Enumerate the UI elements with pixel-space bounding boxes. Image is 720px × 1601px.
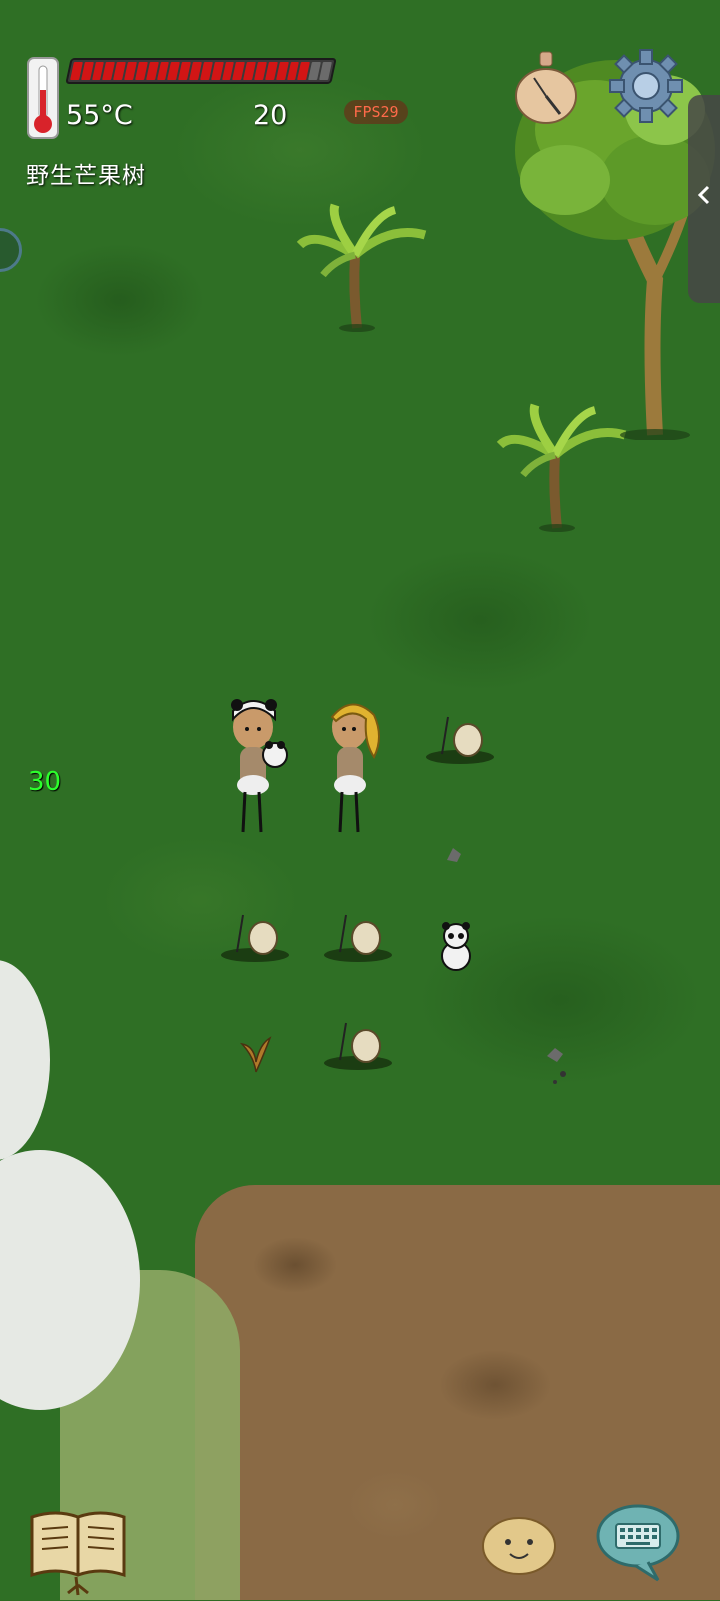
- player-character[interactable]: [322, 697, 392, 837]
- compass-icon[interactable]: [512, 48, 580, 126]
- palm-tree[interactable]: [295, 200, 435, 335]
- keyboard-icon[interactable]: [596, 1504, 680, 1582]
- biome-label: 野生芒果树: [26, 163, 146, 189]
- fps-indicator: FPS29: [344, 100, 408, 124]
- flint-stone[interactable]: [445, 846, 463, 864]
- chevron-left-icon: [697, 185, 710, 205]
- side-value: 30: [28, 767, 62, 797]
- temperature-readout: 55°C: [66, 100, 133, 131]
- smiley-potato-icon[interactable]: [480, 1512, 558, 1576]
- fog-cloud: [0, 960, 50, 1160]
- sprout[interactable]: [238, 1032, 274, 1074]
- gear-icon[interactable]: [606, 46, 686, 126]
- game-world[interactable]: [0, 0, 720, 1600]
- wild-plant[interactable]: [420, 712, 500, 767]
- wild-plant[interactable]: [318, 1018, 398, 1073]
- thermometer-icon: [26, 56, 60, 140]
- player-character[interactable]: [225, 697, 295, 837]
- wild-plant[interactable]: [318, 910, 398, 965]
- health-segment: [319, 62, 332, 80]
- wild-plant[interactable]: [215, 910, 295, 965]
- fog-cloud: [40, 1180, 130, 1300]
- flint-stone[interactable]: [545, 1046, 571, 1086]
- baby-panda[interactable]: [436, 920, 476, 972]
- side-drawer-handle[interactable]: [688, 95, 720, 303]
- book-icon[interactable]: [26, 1505, 130, 1597]
- health-bar: [65, 58, 337, 84]
- counter-value: 20: [253, 100, 288, 131]
